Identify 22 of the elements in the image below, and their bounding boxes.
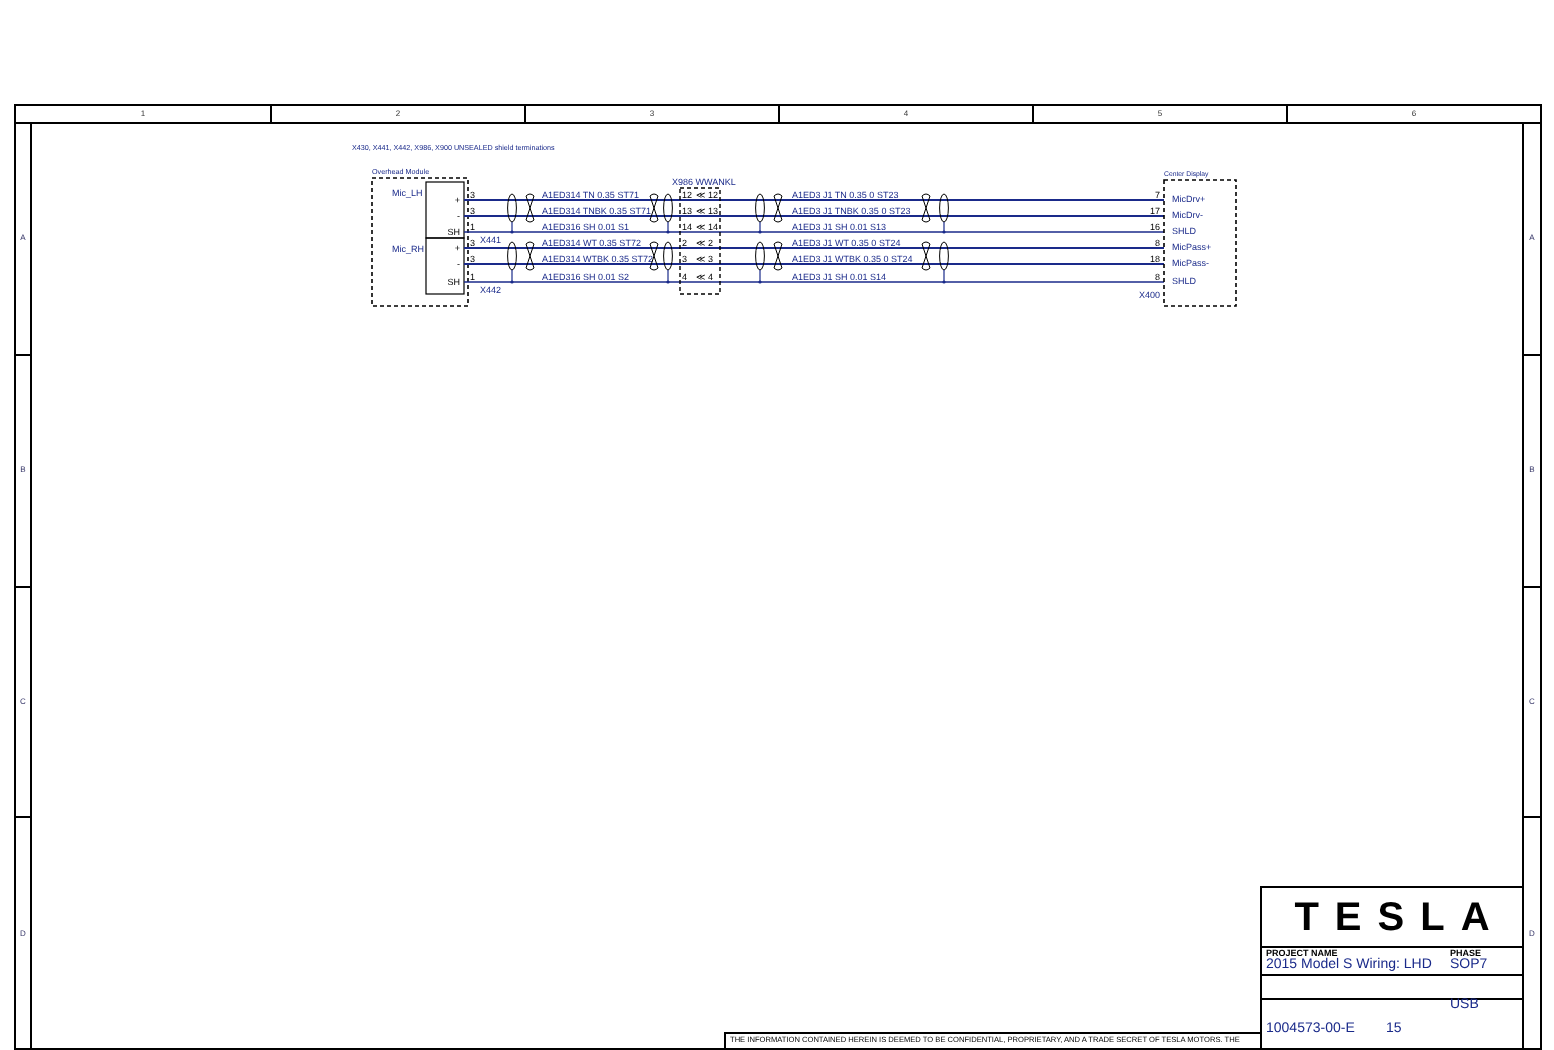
twist-icon bbox=[525, 193, 535, 223]
shield-loop bbox=[663, 241, 673, 284]
twist-icon bbox=[921, 241, 931, 271]
twist-icon bbox=[525, 241, 535, 271]
device-box bbox=[425, 181, 465, 239]
shield-loop bbox=[755, 241, 765, 284]
shield-loop bbox=[939, 193, 949, 234]
twist-icon bbox=[773, 193, 783, 223]
device-box bbox=[425, 237, 465, 295]
connector-outline bbox=[679, 187, 721, 295]
shield-loop bbox=[939, 241, 949, 284]
shield-loop bbox=[507, 193, 517, 234]
shield-loop bbox=[663, 193, 673, 234]
twist-icon bbox=[773, 241, 783, 271]
shield-loop bbox=[507, 241, 517, 284]
twist-icon bbox=[649, 241, 659, 271]
company-logo: TESLA bbox=[1292, 897, 1506, 937]
twist-icon bbox=[649, 193, 659, 223]
twist-icon bbox=[921, 193, 931, 223]
shield-loop bbox=[755, 193, 765, 234]
module-outline bbox=[1163, 179, 1237, 307]
module-outline bbox=[371, 177, 469, 307]
